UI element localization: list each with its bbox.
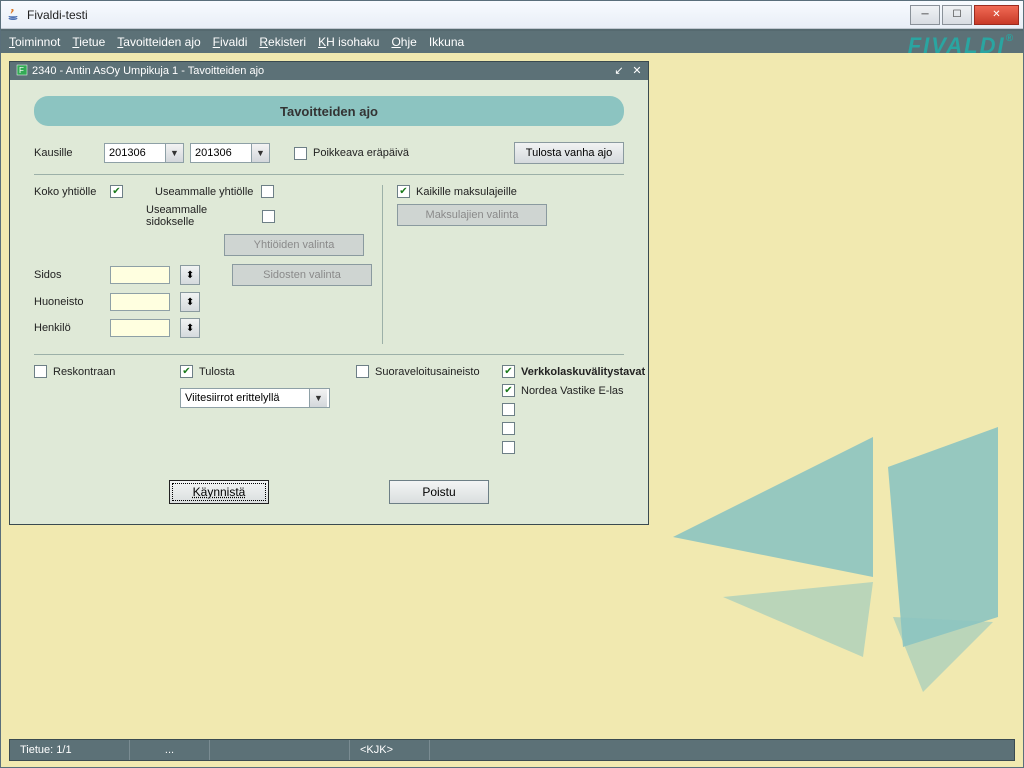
menu-tavoitteiden-ajo[interactable]: Tavoitteiden ajo — [117, 35, 200, 49]
maximize-button[interactable]: ☐ — [942, 5, 972, 25]
kausi-to-select[interactable]: ▼ — [190, 143, 270, 163]
henkilo-input[interactable] — [110, 319, 170, 337]
chevron-down-icon[interactable]: ▼ — [165, 144, 183, 162]
extra-checkbox-1[interactable] — [502, 403, 515, 416]
viitesiirrot-select[interactable]: ▼ — [180, 388, 330, 408]
kausi-from-select[interactable]: ▼ — [104, 143, 184, 163]
suoraveloitus-label: Suoraveloitusaineisto — [375, 366, 480, 378]
poistu-button[interactable]: Poistu — [389, 480, 489, 504]
status-empty-1 — [210, 740, 350, 760]
chevron-down-icon[interactable]: ▼ — [309, 389, 327, 407]
menu-rekisteri[interactable]: Rekisteri — [259, 35, 306, 49]
sidosten-valinta-button[interactable]: Sidosten valinta — [232, 264, 372, 286]
chevron-down-icon[interactable]: ▼ — [251, 144, 269, 162]
inner-titlebar: F 2340 - Antin AsOy Umpikuja 1 - Tavoitt… — [10, 62, 648, 80]
minimize-button[interactable]: ─ — [910, 5, 940, 25]
menu-ikkuna[interactable]: Ikkuna — [429, 35, 464, 49]
maksulajien-valinta-button[interactable]: Maksulajien valinta — [397, 204, 547, 226]
nordea-label: Nordea Vastike E-las — [521, 385, 624, 397]
window-title: Fivaldi-testi — [27, 8, 910, 22]
statusbar: Tietue: 1/1 ... <KJK> — [9, 739, 1015, 761]
inner-window-title: 2340 - Antin AsOy Umpikuja 1 - Tavoittei… — [32, 65, 264, 77]
koko-yhtiolle-label: Koko yhtiölle — [34, 186, 104, 198]
verkkolasku-checkbox[interactable] — [502, 365, 515, 378]
reskontraan-checkbox[interactable] — [34, 365, 47, 378]
inner-minimize-icon[interactable]: ↙ — [612, 63, 626, 77]
koko-yhtiolle-checkbox[interactable] — [110, 185, 123, 198]
viitesiirrot-input[interactable] — [181, 389, 309, 407]
extra-checkbox-2[interactable] — [502, 422, 515, 435]
huoneisto-step-button[interactable]: ⬍ — [180, 292, 200, 312]
kaikille-maksulajeille-label: Kaikille maksulajeille — [416, 186, 517, 198]
inner-window: F 2340 - Antin AsOy Umpikuja 1 - Tavoitt… — [9, 61, 649, 525]
sidos-input[interactable] — [110, 266, 170, 284]
app-window: Fivaldi-testi ─ ☐ ✕ Toiminnot Tietue Tav… — [0, 0, 1024, 768]
status-empty-2 — [430, 740, 1014, 760]
menu-kh-isohaku[interactable]: KH isohaku — [318, 35, 379, 49]
yhtioiden-valinta-button[interactable]: Yhtiöiden valinta — [224, 234, 364, 256]
titlebar: Fivaldi-testi ─ ☐ ✕ — [1, 1, 1023, 29]
status-kjk: <KJK> — [350, 740, 430, 760]
java-icon — [5, 7, 21, 23]
sidos-step-button[interactable]: ⬍ — [180, 265, 200, 285]
tulosta-checkbox[interactable] — [180, 365, 193, 378]
reskontraan-label: Reskontraan — [53, 366, 115, 378]
henkilo-label: Henkilö — [34, 322, 104, 334]
kaynnista-button[interactable]: Käynnistä — [169, 480, 269, 504]
verkkolasku-label: Verkkolaskuvälitystavat — [521, 366, 645, 378]
close-button[interactable]: ✕ — [974, 5, 1019, 25]
useammalle-sidokselle-checkbox[interactable] — [262, 210, 275, 223]
sidos-label: Sidos — [34, 269, 104, 281]
content-area: F 2340 - Antin AsOy Umpikuja 1 - Tavoitt… — [1, 53, 1023, 767]
kaikille-maksulajeille-checkbox[interactable] — [397, 185, 410, 198]
huoneisto-input[interactable] — [110, 293, 170, 311]
menubar: Toiminnot Tietue Tavoitteiden ajo Fivald… — [1, 31, 1023, 53]
useammalle-yhtiolle-checkbox[interactable] — [261, 185, 274, 198]
svg-text:F: F — [19, 66, 24, 75]
tulosta-vanha-button[interactable]: Tulosta vanha ajo — [514, 142, 624, 164]
menu-toiminnot[interactable]: Toiminnot — [9, 35, 60, 49]
status-dots: ... — [130, 740, 210, 760]
poikkeava-checkbox[interactable] — [294, 147, 307, 160]
dialog-heading: Tavoitteiden ajo — [34, 96, 624, 126]
butterfly-decoration — [663, 407, 1003, 707]
huoneisto-label: Huoneisto — [34, 296, 104, 308]
menu-tietue[interactable]: Tietue — [72, 35, 105, 49]
tulosta-label: Tulosta — [199, 366, 235, 378]
kausi-from-input[interactable] — [105, 144, 165, 162]
app-body: Toiminnot Tietue Tavoitteiden ajo Fivald… — [1, 29, 1023, 767]
kausi-to-input[interactable] — [191, 144, 251, 162]
status-tietue: Tietue: 1/1 — [10, 740, 130, 760]
menu-ohje[interactable]: Ohje — [391, 35, 416, 49]
nordea-checkbox[interactable] — [502, 384, 515, 397]
poikkeava-label: Poikkeava eräpäivä — [313, 147, 409, 159]
henkilo-step-button[interactable]: ⬍ — [180, 318, 200, 338]
inner-app-icon: F — [16, 64, 28, 79]
useammalle-yhtiolle-label: Useammalle yhtiölle — [155, 186, 255, 198]
inner-close-icon[interactable]: ✕ — [630, 63, 644, 77]
suoraveloitus-checkbox[interactable] — [356, 365, 369, 378]
useammalle-sidokselle-label: Useammalle sidokselle — [146, 204, 256, 228]
kausille-label: Kausille — [34, 147, 98, 159]
extra-checkbox-3[interactable] — [502, 441, 515, 454]
menu-fivaldi[interactable]: Fivaldi — [213, 35, 248, 49]
